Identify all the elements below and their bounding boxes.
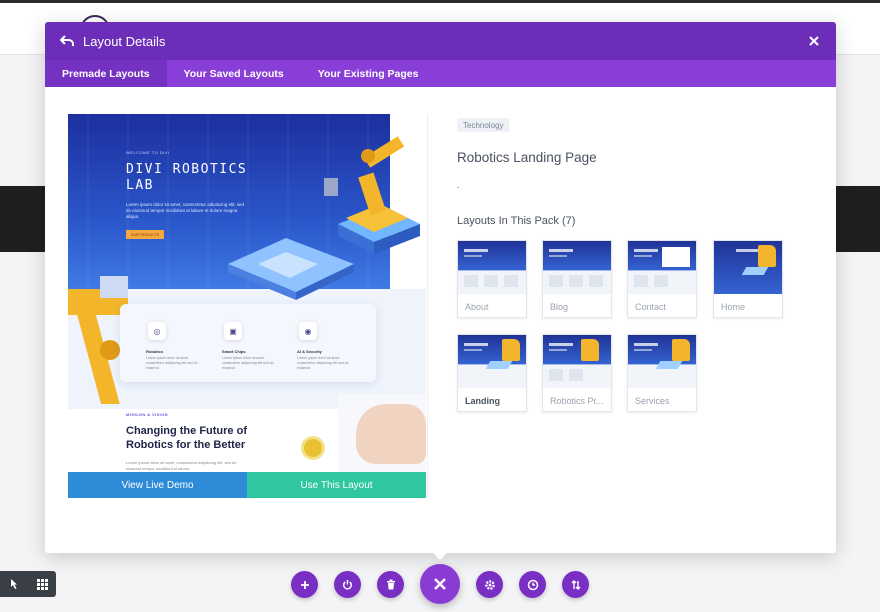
thumbnail-label: Landing — [465, 396, 500, 406]
history-button[interactable] — [519, 571, 546, 598]
pack-layout-about[interactable]: About — [457, 240, 527, 318]
feature-text: Lorem ipsum dolor sit amet consectetur a… — [297, 356, 349, 370]
thumbnail-label: Home — [721, 302, 746, 312]
layout-description: . — [457, 180, 460, 190]
close-icon[interactable] — [806, 33, 822, 49]
use-this-layout-button[interactable]: Use This Layout — [247, 472, 426, 498]
feature-label: Robotics — [146, 349, 164, 354]
page-section-band — [0, 186, 45, 252]
pack-layout-home[interactable]: Home — [713, 240, 783, 318]
plus-icon — [300, 580, 309, 589]
left-toolbar — [0, 571, 56, 597]
preview-paragraph: Lorem ipsum dolor sit amet, consectetur … — [126, 460, 237, 471]
add-button[interactable] — [291, 571, 318, 598]
modal-pointer-caret — [432, 552, 448, 560]
thumbnail-label: Services — [635, 396, 670, 406]
preview-heading: Changing the Future of Robotics for the … — [126, 425, 247, 451]
pointer-icon[interactable] — [0, 571, 28, 597]
thumbnail-image — [628, 335, 696, 388]
close-icon — [434, 578, 446, 590]
thumbnail-image — [458, 335, 526, 388]
sort-arrows-icon — [571, 579, 580, 590]
power-icon — [342, 580, 353, 590]
pack-layout-contact[interactable]: Contact — [627, 240, 697, 318]
settings-button[interactable] — [476, 571, 503, 598]
portability-button[interactable] — [562, 571, 589, 598]
thumbnail-image — [714, 241, 782, 294]
thumbnail-image — [543, 335, 611, 388]
layout-details-modal: Layout Details Premade Layouts Your Save… — [45, 22, 836, 553]
column-divider — [427, 114, 428, 498]
pack-layout-landing[interactable]: Landing — [457, 334, 527, 412]
security-icon: ◉ — [299, 322, 317, 340]
modal-title: Layout Details — [83, 33, 166, 49]
thumbnail-label: Contact — [635, 302, 667, 312]
tab-premade-layouts[interactable]: Premade Layouts — [45, 60, 167, 87]
feature-label: Smart Chips — [222, 349, 246, 354]
tab-saved-layouts[interactable]: Your Saved Layouts — [167, 60, 301, 87]
feature-text: Lorem ipsum dolor sit amet consectetur a… — [146, 356, 198, 370]
clock-icon — [527, 579, 538, 590]
power-button[interactable] — [334, 571, 361, 598]
thumbnail-image — [543, 241, 611, 294]
modal-tabs: Premade Layouts Your Saved Layouts Your … — [45, 60, 836, 87]
category-badge[interactable]: Technology — [457, 118, 510, 132]
gear-icon — [484, 579, 495, 590]
preview-hand-image — [356, 404, 426, 464]
thumbnail-label: Robotics Pr... — [550, 396, 604, 406]
back-arrow-icon[interactable] — [57, 31, 77, 51]
preview-mission-label: MISSION & VISION — [126, 412, 168, 417]
view-live-demo-button[interactable]: View Live Demo — [68, 472, 247, 498]
layout-preview-image: WELCOME TO DIVI DIVI ROBOTICS LAB Lorem … — [68, 114, 426, 498]
feature-text: Lorem ipsum dolor sit amet consectetur a… — [222, 356, 274, 370]
robot-icon: ◎ — [148, 322, 166, 340]
close-builder-button[interactable] — [420, 564, 460, 604]
pack-layout-services[interactable]: Services — [627, 334, 697, 412]
thumbnail-label: Blog — [550, 302, 569, 312]
thumbnail-image — [458, 241, 526, 294]
layout-title: Robotics Landing Page — [457, 150, 597, 165]
pack-title: Layouts In This Pack (7) — [457, 215, 576, 227]
thumbnail-label: About — [465, 302, 489, 312]
chip-icon: ▣ — [224, 322, 242, 340]
grid-icon[interactable] — [28, 571, 56, 597]
trash-icon — [386, 579, 395, 590]
page-section-band — [836, 186, 880, 252]
pack-layout-blog[interactable]: Blog — [542, 240, 612, 318]
thumbnail-image — [628, 241, 696, 294]
preview-actions: View Live Demo Use This Layout — [68, 472, 426, 498]
pack-layout-robotics-product[interactable]: Robotics Pr... — [542, 334, 612, 412]
tab-existing-pages[interactable]: Your Existing Pages — [301, 60, 436, 87]
preview-chip-coin-image — [301, 436, 325, 460]
modal-header: Layout Details — [45, 22, 836, 60]
delete-button[interactable] — [377, 571, 404, 598]
feature-label: AI & Security — [297, 349, 322, 354]
